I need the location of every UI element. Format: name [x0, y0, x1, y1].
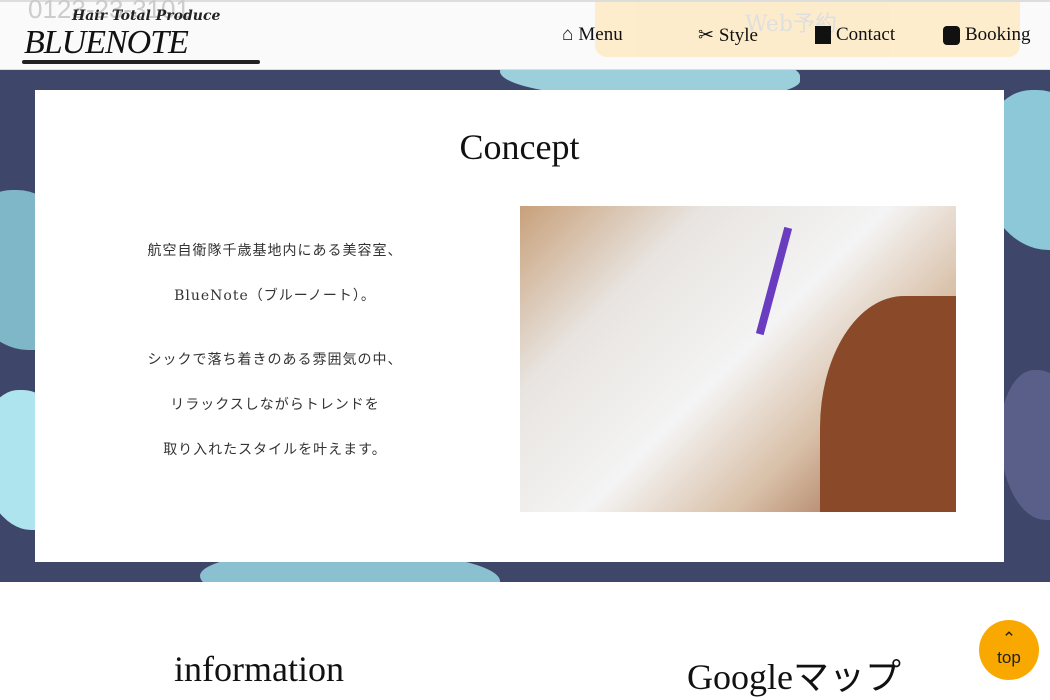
- nav-label: Contact: [836, 24, 896, 45]
- nav-booking[interactable]: Booking: [943, 24, 1030, 46]
- google-map-heading: Googleマップ: [687, 657, 901, 697]
- concept-title: Concept: [459, 127, 580, 167]
- concept-line: シックで落ち着きのある雰囲気の中、: [147, 352, 403, 368]
- top-label: top: [997, 647, 1021, 667]
- nav-label: Style: [718, 24, 758, 46]
- logo-swirl: [22, 60, 260, 64]
- back-to-top-button[interactable]: ⌃ top: [979, 620, 1039, 680]
- concept-section: Concept 航空自衛隊千歳基地内にある美容室、 BlueNote（ブルーノー…: [0, 70, 1050, 582]
- nav-contact[interactable]: Contact: [815, 24, 895, 46]
- nav-style[interactable]: ✂ Style: [698, 24, 758, 47]
- concept-line: 航空自衛隊千歳基地内にある美容室、: [147, 243, 403, 259]
- nav-label: Booking: [965, 24, 1031, 45]
- logo[interactable]: Hair Total Produce BLUENOTE: [22, 8, 262, 66]
- information-heading: information: [174, 649, 344, 689]
- hairdresser-photo: [520, 206, 956, 512]
- logo-name: BLUENOTE: [24, 24, 189, 61]
- site-header: 0123-23-3101 Web予約 Hair Total Produce BL…: [0, 0, 1050, 70]
- home-icon: ⌂: [562, 24, 574, 45]
- calendar-icon: [815, 26, 831, 44]
- concept-line: リラックスしながらトレンドを: [170, 397, 380, 413]
- scissors-icon: ✂: [698, 25, 714, 46]
- nav-menu[interactable]: ⌂ Menu: [562, 24, 623, 46]
- concept-line: BlueNote（ブルーノート）。: [174, 288, 376, 304]
- train-icon: [943, 25, 960, 45]
- concept-line: 取り入れたスタイルを叶えます。: [163, 442, 387, 458]
- chevron-up-icon: ⌃: [1001, 629, 1017, 648]
- concept-card: Concept 航空自衛隊千歳基地内にある美容室、 BlueNote（ブルーノー…: [35, 90, 1004, 562]
- camo-blob: [1000, 370, 1050, 520]
- logo-subtitle: Hair Total Produce: [72, 8, 221, 24]
- nav-label: Menu: [578, 24, 623, 45]
